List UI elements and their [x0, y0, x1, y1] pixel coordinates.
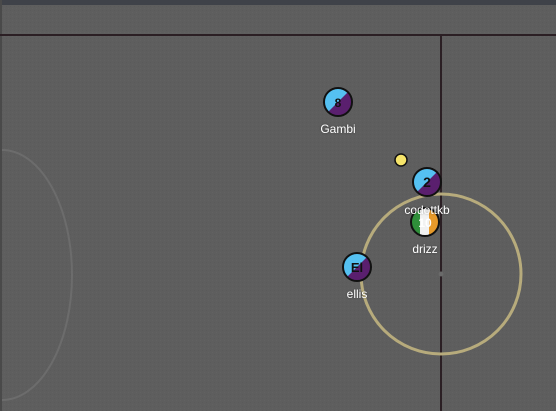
player-ellis: El	[342, 252, 372, 282]
player-ellis-avatar: El	[351, 260, 363, 275]
player-codottkb: 2	[412, 167, 442, 197]
left-edge	[0, 0, 2, 411]
player-name-codottkb: codottkb	[404, 203, 450, 217]
player-name-drizz: drizz	[412, 242, 438, 256]
player-name-gambi: Gambi	[320, 122, 356, 136]
top-bar	[0, 0, 556, 5]
soccer-field: 8 2 10 El	[0, 0, 556, 411]
player-drizz-avatar: 10	[418, 216, 432, 230]
player-gambi: 8	[323, 87, 353, 117]
player-codottkb-avatar: 2	[423, 174, 431, 190]
player-gambi-avatar: 8	[335, 96, 342, 110]
center-spot	[438, 271, 444, 277]
ball	[394, 153, 408, 167]
game-stage: 8 2 10 El Gambi codottkb drizz ellis	[0, 0, 556, 411]
field-surface	[0, 0, 556, 411]
player-name-ellis: ellis	[346, 287, 368, 301]
